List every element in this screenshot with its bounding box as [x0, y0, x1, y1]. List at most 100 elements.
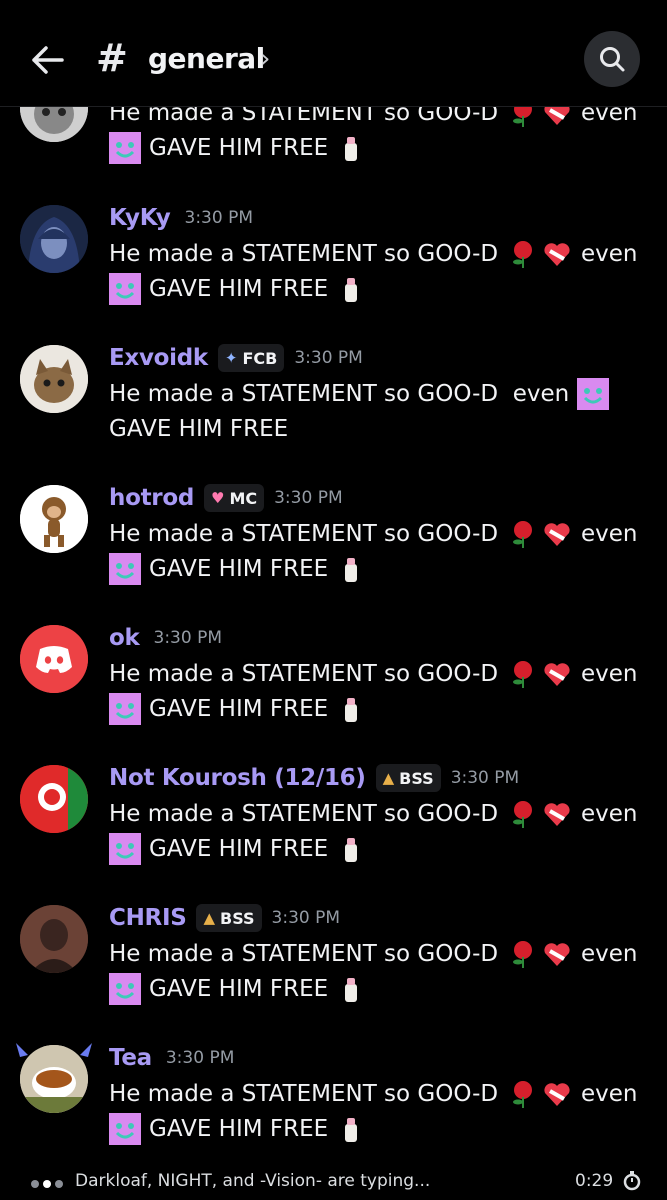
message-header: hotrod ♥ MC 3:30 PM — [109, 481, 343, 515]
message-text: GAVE HIM FREE — [149, 1116, 329, 1142]
message-line: GAVE HIM FREE — [109, 972, 368, 1006]
slowmode-timer: 0:29 — [575, 1171, 614, 1191]
avatar[interactable] — [20, 625, 88, 693]
message-line: He made a STATEMENT so GOO-D even — [109, 377, 617, 411]
ghost-emoji-icon — [109, 273, 141, 305]
username[interactable]: Not Kourosh (12/16) — [109, 765, 366, 791]
message-line: He made a STATEMENT so GOO-D — [109, 237, 574, 271]
rose-icon — [508, 239, 538, 269]
message-line: GAVE HIM FREE — [109, 552, 368, 586]
message-header: CHRIS ▲ BSS 3:30 PM — [109, 901, 340, 935]
message-text: GAVE HIM FREE — [149, 836, 329, 862]
discord-logo-icon — [20, 625, 88, 693]
baby-bottle-icon — [336, 274, 366, 304]
server-tag[interactable]: ✦ FCB — [217, 344, 285, 372]
server-tag[interactable]: ▲ BSS — [196, 904, 262, 932]
message-text: GAVE HIM FREE — [149, 556, 329, 582]
username[interactable]: CHRIS — [109, 905, 187, 931]
server-tag-label: FCB — [242, 348, 278, 368]
rose-icon — [508, 939, 538, 969]
message-text: He made a STATEMENT so GOO-D — [109, 521, 499, 547]
message-line: He made a STATEMENT so GOO-D — [109, 797, 574, 831]
heart-icon — [542, 659, 572, 689]
channel-header: # general › — [0, 0, 667, 107]
message-line: He made a STATEMENT so GOO-D — [109, 517, 574, 551]
message-text: He made a STATEMENT so GOO-D — [109, 661, 499, 687]
message-line: GAVE HIM FREE — [109, 131, 368, 165]
message-header: KyKy 3:30 PM — [109, 201, 253, 235]
server-tag[interactable]: ♥ MC — [203, 484, 265, 512]
baby-bottle-icon — [336, 133, 366, 163]
message-text-even: even — [581, 941, 638, 967]
typing-dots-icon — [30, 1174, 66, 1194]
server-tag-label: MC — [229, 488, 258, 508]
rose-icon — [508, 799, 538, 829]
baby-bottle-icon — [336, 834, 366, 864]
avatar[interactable] — [20, 205, 88, 273]
message-header: Not Kourosh (12/16) ▲ BSS 3:30 PM — [109, 761, 519, 795]
ghost-emoji-icon — [577, 378, 610, 410]
message-text-even: even — [581, 521, 638, 547]
timestamp: 3:30 PM — [153, 628, 223, 648]
avatar[interactable] — [20, 765, 88, 833]
rose-icon — [508, 1079, 538, 1109]
timestamp: 3:30 PM — [274, 488, 343, 508]
username[interactable]: KyKy — [109, 205, 171, 231]
ghost-emoji-icon — [109, 693, 141, 725]
ghost-emoji-icon — [109, 553, 141, 585]
heart-icon — [542, 519, 572, 549]
username[interactable]: Tea — [109, 1045, 152, 1071]
heart-icon — [542, 799, 572, 829]
ghost-emoji-icon — [109, 1113, 141, 1145]
baby-bottle-icon — [336, 554, 366, 584]
chevron-right-icon[interactable]: › — [260, 42, 270, 76]
message-line: He made a STATEMENT so GOO-D — [109, 937, 574, 971]
avatar[interactable] — [20, 485, 88, 553]
timestamp: 3:30 PM — [294, 348, 363, 368]
baby-bottle-icon — [336, 974, 366, 1004]
server-tag[interactable]: ▲ BSS — [375, 764, 441, 792]
server-tag-label: BSS — [220, 908, 255, 928]
pink-heart-icon: ♥ — [210, 489, 225, 507]
message-text-even: even — [581, 661, 638, 687]
ghost-emoji-icon — [109, 833, 141, 865]
username[interactable]: Exvoidk — [109, 345, 208, 371]
typing-text: Darkloaf, NIGHT, and -Vision- are typing… — [75, 1171, 431, 1191]
baby-bottle-icon — [336, 694, 366, 724]
search-button[interactable] — [584, 31, 640, 87]
rose-icon — [508, 519, 538, 549]
channel-name[interactable]: general — [148, 40, 265, 78]
message-line: GAVE HIM FREE — [109, 832, 368, 866]
heart-icon — [542, 939, 572, 969]
heart-icon — [542, 239, 572, 269]
avatar[interactable] — [20, 905, 88, 973]
message-text-even: even — [581, 241, 638, 267]
avatar-decoration-icon — [14, 1041, 94, 1061]
rose-icon — [508, 659, 538, 689]
baby-bottle-icon — [336, 1114, 366, 1144]
typing-indicator: Darkloaf, NIGHT, and -Vision- are typing… — [0, 1160, 667, 1200]
message-text: GAVE HIM FREE — [149, 135, 329, 161]
ghost-emoji-icon — [109, 132, 141, 164]
sparkle-icon: ✦ — [224, 349, 238, 367]
server-tag-label: BSS — [399, 768, 434, 788]
avatar[interactable] — [20, 345, 88, 413]
message-line: GAVE HIM FREE — [109, 692, 368, 726]
message-text-even: even — [581, 1081, 638, 1107]
username[interactable]: ok — [109, 625, 140, 651]
ghost-emoji-icon — [109, 973, 141, 1005]
timestamp: 3:30 PM — [450, 768, 520, 788]
message-list[interactable]: He made a STATEMENT so GOO-D even GAVE H… — [0, 0, 667, 1160]
message-line: He made a STATEMENT so GOO-D — [109, 657, 574, 691]
heart-icon — [542, 1079, 572, 1109]
message-text: GAVE HIM FREE — [149, 276, 329, 302]
hash-icon: # — [96, 36, 128, 80]
timestamp: 3:30 PM — [271, 908, 341, 928]
back-button[interactable] — [28, 40, 68, 80]
message-line: GAVE HIM FREE — [109, 1112, 368, 1146]
username[interactable]: hotrod — [109, 485, 194, 511]
message-line: GAVE HIM FREE — [109, 412, 288, 446]
search-icon — [600, 47, 625, 72]
gold-bell-icon: ▲ — [382, 769, 395, 787]
message-text: He made a STATEMENT so GOO-D — [109, 801, 499, 827]
